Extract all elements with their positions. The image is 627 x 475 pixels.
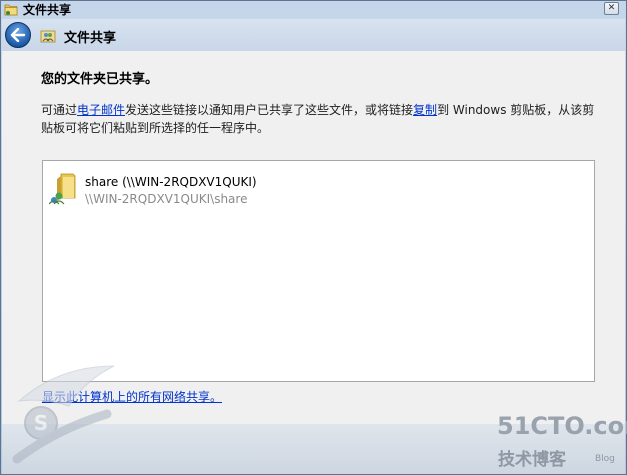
description-text: 可通过电子邮件发送这些链接以通知用户已共享了这些文件，或将链接复制到 Windo… [41, 101, 606, 137]
list-item[interactable]: share (\\WIN-2RQDXV1QUKI) \\WIN-2RQDXV1Q… [49, 171, 349, 209]
shared-users-icon [40, 30, 56, 43]
file-sharing-window: 文件共享 ✕ 文件共享 您的文件夹已共享。 可通过电子邮件发送这些链接以通知用户… [0, 0, 627, 475]
shared-folder-icon [4, 3, 18, 17]
success-heading: 您的文件夹已共享。 [41, 72, 159, 87]
title-bar[interactable]: 文件共享 ✕ [1, 1, 626, 18]
close-icon: ✕ [607, 3, 616, 13]
window-title: 文件共享 [23, 3, 72, 17]
email-link[interactable]: 电子邮件 [77, 103, 125, 117]
watermark-logo-icon: S [12, 365, 115, 464]
share-name: share (\\WIN-2RQDXV1QUKI) [85, 175, 257, 189]
copy-link[interactable]: 复制 [413, 103, 437, 117]
shared-items-list[interactable]: share (\\WIN-2RQDXV1QUKI) \\WIN-2RQDXV1Q… [42, 160, 595, 382]
svg-text:S: S [34, 411, 48, 435]
watermark-blog-text: 技术博客 [498, 450, 566, 470]
desc-part-2: 发送这些链接以通知用户已共享了这些文件，或将链接 [125, 103, 414, 117]
back-arrow-icon [10, 28, 26, 42]
page-title: 文件共享 [64, 31, 117, 46]
shared-folder-icon [49, 173, 76, 205]
watermark-site-text: 51CTO.com [497, 412, 627, 440]
share-path: \\WIN-2RQDXV1QUKI\share [85, 192, 248, 206]
watermark-blog-label: Blog [595, 454, 615, 464]
close-button[interactable]: ✕ [604, 2, 619, 15]
back-button[interactable] [5, 22, 31, 48]
navigation-bar: 文件共享 [2, 19, 625, 51]
desc-part-1: 可通过 [41, 103, 78, 117]
